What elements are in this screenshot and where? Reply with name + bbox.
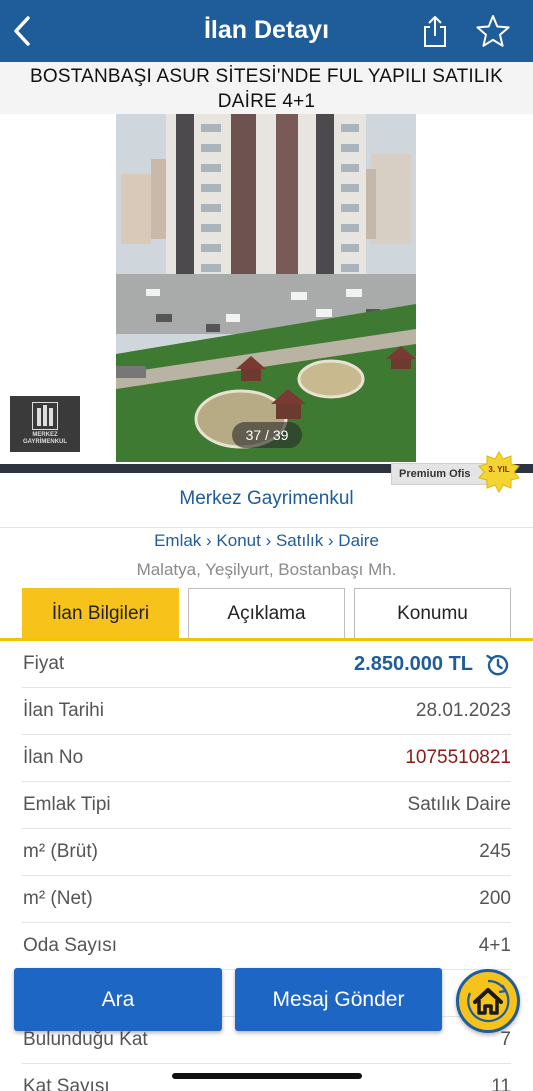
send-message-button[interactable]: Mesaj Gönder (235, 968, 442, 1031)
table-row: Emlak Tipi Satılık Daire (22, 782, 511, 829)
tab-description[interactable]: Açıklama (188, 588, 345, 638)
listing-number-value: 1075510821 (405, 747, 511, 768)
office-logo: MERKEZ GAYRİMENKUL (10, 396, 80, 452)
breadcrumb[interactable]: Emlak › Konut › Satılık › Daire (0, 531, 533, 551)
share-icon[interactable] (420, 14, 450, 48)
tab-location[interactable]: Konumu (354, 588, 511, 638)
price-value: 2.850.000 TL (354, 653, 473, 675)
row-value: 11 (491, 1076, 511, 1091)
row-value: 200 (479, 888, 511, 909)
home-icon (467, 979, 510, 1023)
row-value: 7 (500, 1029, 511, 1050)
row-label: Fiyat (23, 653, 65, 674)
location-text: Malatya, Yeşilyurt, Bostanbaşı Mh. (136, 560, 397, 579)
home-button[interactable] (456, 969, 520, 1033)
table-row: İlan Tarihi 28.01.2023 (22, 688, 511, 735)
row-label: m² (Brüt) (23, 841, 98, 862)
row-label: İlan Tarihi (23, 700, 104, 721)
listing-title: BOSTANBAŞI ASUR SİTESİ'NDE FUL YAPILI SA… (0, 62, 533, 114)
home-indicator (172, 1073, 362, 1079)
table-row: m² (Net) 200 (22, 876, 511, 923)
row-value: 245 (479, 841, 511, 862)
page-title: İlan Detayı (203, 16, 330, 44)
row-label: Oda Sayısı (23, 935, 117, 956)
photo-gallery[interactable]: 37 / 39 MERKEZ GAYRİMENKUL (0, 114, 533, 464)
table-row: İlan No 1075510821 (22, 735, 511, 782)
row-value: 4+1 (478, 935, 511, 956)
nav-bar: İlan Detayı (0, 0, 533, 62)
logo-text: MERKEZ GAYRİMENKUL (22, 432, 68, 445)
call-button[interactable]: Ara (14, 968, 222, 1031)
table-row: Oda Sayısı 4+1 (22, 923, 511, 970)
table-row: m² (Brüt) 245 (22, 829, 511, 876)
favorite-star-icon[interactable] (475, 14, 511, 48)
year-badge-text: 3. YIL (488, 465, 509, 474)
price-history-icon[interactable] (485, 652, 511, 678)
row-value: Satılık Daire (407, 794, 511, 815)
listing-photo[interactable] (116, 114, 416, 462)
row-label: İlan No (23, 747, 84, 768)
photo-counter: 37 / 39 (232, 422, 302, 448)
logo-mark-icon (32, 402, 58, 430)
tab-listing-info[interactable]: İlan Bilgileri (22, 588, 179, 638)
table-row-price: Fiyat 2.850.000 TL (22, 641, 511, 688)
row-label: m² (Net) (23, 888, 93, 909)
tab-bar: İlan Bilgileri Açıklama Konumu (0, 588, 533, 641)
row-label: Bulunduğu Kat (23, 1029, 148, 1050)
row-value: 28.01.2023 (415, 700, 511, 721)
row-label: Emlak Tipi (23, 794, 111, 815)
row-label: Kat Sayısı (23, 1076, 110, 1091)
office-name-link[interactable]: Merkez Gayrimenkul (0, 484, 533, 528)
